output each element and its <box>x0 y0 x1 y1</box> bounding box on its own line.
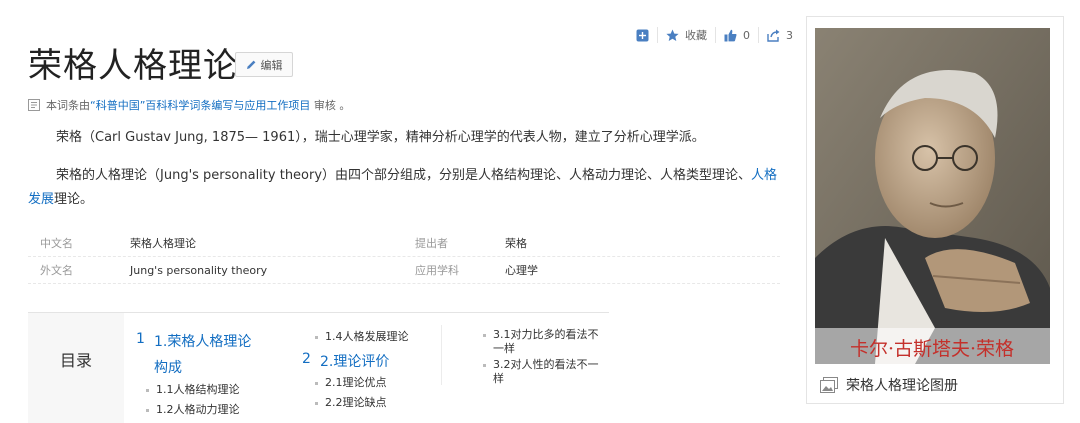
thumbs-up-icon <box>724 29 737 41</box>
toc-section-label: 1.荣格人格理论 <box>154 334 252 350</box>
toc-item[interactable]: 3.1对力比多的看法不 一样 <box>483 328 603 356</box>
info-row: 中文名 荣格人格理论 提出者 荣格 <box>28 230 780 257</box>
plus-square-icon <box>636 29 649 41</box>
like-button[interactable]: 0 <box>716 27 759 43</box>
intro-paragraph: 荣格（Carl Gustav Jung, 1875— 1961），瑞士心理学家，… <box>56 130 705 145</box>
info-label: 应用学科 <box>415 264 459 277</box>
theory-text-end: 理论。 <box>54 192 94 207</box>
table-of-contents: 目录 1 1.荣格人格理论 构成 1.1人格结构理论 1.2人格动力理论 1.4… <box>28 312 609 423</box>
info-label: 外文名 <box>40 264 73 277</box>
toc-item[interactable]: 1.2人格动力理论 <box>146 401 240 417</box>
toc-item[interactable]: 2.1理论优点 <box>315 374 387 390</box>
page-title: 荣格人格理论 <box>28 46 238 86</box>
toc-item[interactable]: 3.2对人性的看法不一样 <box>483 358 603 386</box>
document-icon <box>28 99 40 111</box>
review-suffix: 审核 。 <box>313 99 351 112</box>
toc-section-label-cont: 构成 <box>154 360 182 376</box>
theory-paragraph: 荣格的人格理论（Jung's personality theory）由四个部分组… <box>28 164 780 212</box>
review-prefix: 本词条由 <box>46 99 90 112</box>
toc-item[interactable]: 1.4人格发展理论 <box>315 328 409 344</box>
toc-section-label: 2.理论评价 <box>320 354 390 370</box>
review-project-link[interactable]: “科普中国”百科科学词条编写与应用工作项目 <box>90 99 310 112</box>
star-icon <box>666 29 679 41</box>
share-button[interactable]: 3 <box>759 27 801 43</box>
album-caption[interactable]: 荣格人格理论图册 <box>820 375 958 395</box>
portrait-image[interactable]: 卡尔·古斯塔夫·荣格 <box>815 28 1050 364</box>
toc-item[interactable]: 2.2理论缺点 <box>315 394 387 410</box>
collect-button[interactable]: 收藏 <box>658 27 716 43</box>
review-note: 本词条由“科普中国”百科科学词条编写与应用工作项目 审核 。 <box>28 97 350 113</box>
share-icon <box>767 29 780 42</box>
edit-button[interactable]: 编辑 <box>235 52 293 77</box>
info-label: 中文名 <box>40 237 73 250</box>
info-value: Jung's personality theory <box>130 263 268 277</box>
info-value: 心理学 <box>505 264 538 277</box>
add-button[interactable] <box>628 27 658 43</box>
info-row: 外文名 Jung's personality theory 应用学科 心理学 <box>28 257 780 284</box>
info-value: 荣格 <box>505 237 527 250</box>
toc-title: 目录 <box>60 351 93 370</box>
portrait-overlay-text: 卡尔·古斯塔夫·荣格 <box>850 338 1014 360</box>
article-toolbar: 收藏 0 3 <box>628 26 801 44</box>
album-icon <box>820 377 838 393</box>
toc-item[interactable]: 1.1人格结构理论 <box>146 381 240 397</box>
info-label: 提出者 <box>415 237 448 250</box>
like-count: 0 <box>743 28 750 42</box>
pencil-icon <box>246 60 255 69</box>
edit-label: 编辑 <box>260 58 283 72</box>
toc-header: 目录 <box>28 313 124 423</box>
toc-section-number: 2 <box>302 351 311 367</box>
share-count: 3 <box>786 28 793 42</box>
album-caption-text: 荣格人格理论图册 <box>846 378 958 394</box>
info-value: 荣格人格理论 <box>130 237 196 250</box>
toc-divider <box>441 325 442 385</box>
theory-text: 荣格的人格理论（Jung's personality theory）由四个部分组… <box>56 168 752 183</box>
collect-label: 收藏 <box>685 29 707 42</box>
toc-section-number: 1 <box>136 331 145 347</box>
basic-info-table: 中文名 荣格人格理论 提出者 荣格 外文名 Jung's personality… <box>28 230 780 284</box>
